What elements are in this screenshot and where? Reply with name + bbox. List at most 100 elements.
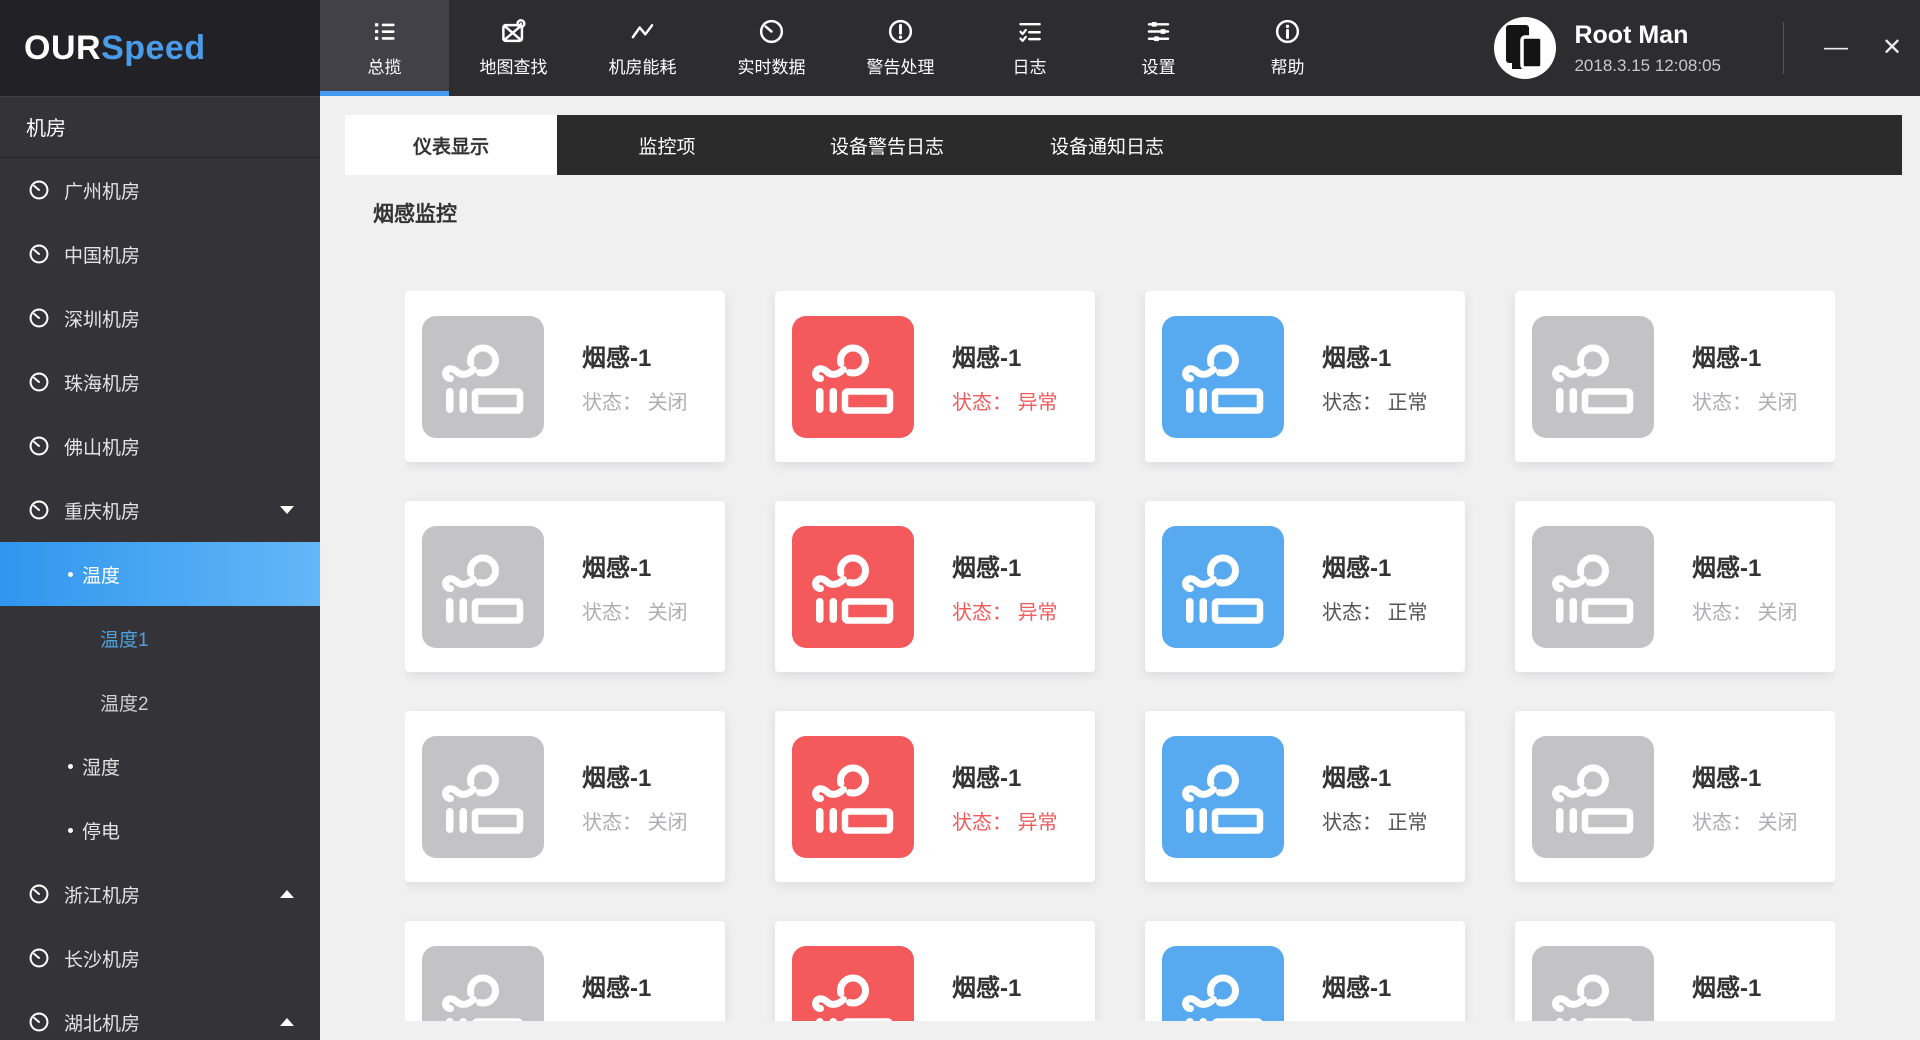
nav-item-label: 警告处理 bbox=[866, 58, 935, 77]
device-card[interactable]: 烟感-1 状态： 关闭 bbox=[1515, 291, 1835, 462]
tab-meter-display[interactable]: 仪表显示 bbox=[345, 115, 557, 175]
status-value: 异常 bbox=[1017, 392, 1058, 414]
main-nav: 总揽 地图查找 机房能耗 实时数据 警告处理 日志 设置 帮助 bbox=[320, 0, 1352, 96]
smoke-sensor-tile bbox=[1532, 315, 1654, 438]
sidebar-item-label: 湖北机房 bbox=[64, 1013, 141, 1035]
device-card[interactable]: 烟感-1 状态： 关闭 bbox=[405, 501, 725, 672]
nav-item-realtime-data[interactable]: 实时数据 bbox=[707, 0, 836, 96]
smoke-sensor-icon bbox=[812, 764, 894, 834]
gauge-icon bbox=[28, 499, 50, 521]
sidebar-item-guangzhou-room[interactable]: 广州机房 bbox=[0, 158, 320, 222]
card-text: 烟感-1 状态： 正常 bbox=[1322, 338, 1428, 415]
cards-grid: 烟感-1 状态： 关闭 烟感-1 状态： 异常 烟感-1 状态： 正常 烟感-1 状态： 关闭… bbox=[405, 291, 1835, 1021]
smoke-sensor-tile bbox=[1532, 735, 1654, 858]
tab-device-notice-log[interactable]: 设备通知日志 bbox=[997, 115, 1217, 175]
sidebar-item-humidity[interactable]: 湿度 bbox=[0, 734, 320, 798]
status-value: 关闭 bbox=[647, 812, 688, 834]
sidebar-item-hubei-room[interactable]: 湖北机房 bbox=[0, 990, 320, 1040]
status-value: 正常 bbox=[1387, 392, 1428, 414]
device-status: 状态： 正常 bbox=[1322, 806, 1428, 835]
card-text: 烟感-1 状态： 正常 bbox=[1322, 968, 1428, 1021]
smoke-sensor-tile bbox=[1162, 525, 1284, 648]
sidebar-item-foshan-room[interactable]: 佛山机房 bbox=[0, 414, 320, 478]
sidebar-item-temperature-1[interactable]: 温度1 bbox=[0, 606, 320, 670]
sidebar-item-temperature-2[interactable]: 温度2 bbox=[0, 670, 320, 734]
device-card[interactable]: 烟感-1 状态： 关闭 bbox=[1515, 921, 1835, 1021]
card-text: 烟感-1 状态： 关闭 bbox=[582, 968, 688, 1021]
device-card[interactable]: 烟感-1 状态： 关闭 bbox=[1515, 711, 1835, 882]
device-title: 烟感-1 bbox=[952, 975, 1022, 1002]
sidebar-item-zhejiang-room[interactable]: 浙江机房 bbox=[0, 862, 320, 926]
device-card[interactable]: 烟感-1 状态： 正常 bbox=[1145, 291, 1465, 462]
nav-item-alert-handling[interactable]: 警告处理 bbox=[836, 0, 965, 96]
device-status: 状态： 异常 bbox=[952, 386, 1058, 415]
sidebar-item-label: 湿度 bbox=[82, 757, 121, 779]
sidebar-item-china-room[interactable]: 中国机房 bbox=[0, 222, 320, 286]
card-text: 烟感-1 状态： 异常 bbox=[952, 338, 1058, 415]
device-card[interactable]: 烟感-1 状态： 关闭 bbox=[405, 921, 725, 1021]
sidebar-item-changsha-room[interactable]: 长沙机房 bbox=[0, 926, 320, 990]
sidebar-item-temperature[interactable]: 温度 bbox=[0, 542, 320, 606]
gauge-icon bbox=[28, 435, 50, 457]
nav-item-label: 地图查找 bbox=[479, 58, 548, 77]
sidebar-item-label: 中国机房 bbox=[64, 245, 141, 267]
nav-item-map-search[interactable]: 地图查找 bbox=[449, 0, 578, 96]
device-card[interactable]: 烟感-1 状态： 关闭 bbox=[1515, 501, 1835, 672]
gauge-icon bbox=[29, 948, 49, 968]
smoke-sensor-icon bbox=[1182, 554, 1264, 624]
user-avatar[interactable] bbox=[1493, 16, 1557, 80]
nav-item-overview[interactable]: 总揽 bbox=[320, 0, 449, 96]
device-status: 状态： 关闭 bbox=[1692, 1016, 1798, 1021]
card-text: 烟感-1 状态： 关闭 bbox=[582, 758, 688, 835]
device-title: 烟感-1 bbox=[582, 975, 652, 1002]
smoke-sensor-tile bbox=[1162, 735, 1284, 858]
gauge-icon bbox=[29, 884, 49, 904]
top-navbar: OUR Speed 总揽 地图查找 机房能耗 实时数据 警告处理 日志 设置 帮助 Root M… bbox=[0, 0, 1920, 96]
sidebar-item-label: 温度1 bbox=[100, 629, 149, 651]
gauge-icon bbox=[29, 1012, 49, 1032]
device-card[interactable]: 烟感-1 状态： 正常 bbox=[1145, 501, 1465, 672]
smoke-sensor-tile bbox=[422, 735, 544, 858]
device-card[interactable]: 烟感-1 状态： 异常 bbox=[775, 921, 1095, 1021]
sidebar-item-power-outage[interactable]: 停电 bbox=[0, 798, 320, 862]
nav-item-settings[interactable]: 设置 bbox=[1094, 0, 1223, 96]
status-value: 关闭 bbox=[1757, 392, 1798, 414]
sidebar-item-label: 佛山机房 bbox=[64, 437, 141, 459]
smoke-sensor-tile bbox=[422, 315, 544, 438]
device-card[interactable]: 烟感-1 状态： 异常 bbox=[775, 711, 1095, 882]
smoke-sensor-tile bbox=[422, 945, 544, 1021]
nav-item-help[interactable]: 帮助 bbox=[1223, 0, 1352, 96]
device-card[interactable]: 烟感-1 状态： 正常 bbox=[1145, 711, 1465, 882]
smoke-sensor-icon bbox=[1182, 344, 1264, 414]
sidebar-item-zhuhai-room[interactable]: 珠海机房 bbox=[0, 350, 320, 414]
tab-monitor-items[interactable]: 监控项 bbox=[557, 115, 777, 175]
gauge-icon bbox=[29, 180, 49, 200]
device-title: 烟感-1 bbox=[1322, 975, 1392, 1002]
device-card[interactable]: 烟感-1 状态： 异常 bbox=[775, 291, 1095, 462]
sidebar-item-shenzhen-room[interactable]: 深圳机房 bbox=[0, 286, 320, 350]
current-datetime: 2018.3.15 12:08:05 bbox=[1574, 55, 1721, 75]
status-value: 关闭 bbox=[1757, 812, 1798, 834]
device-title: 烟感-1 bbox=[952, 345, 1022, 372]
gauge-icon bbox=[29, 372, 49, 392]
gauge-icon bbox=[28, 947, 50, 969]
status-value: 异常 bbox=[1017, 602, 1058, 624]
topbar-right: Root Man 2018.3.15 12:08:05 — ✕ bbox=[1493, 0, 1920, 96]
minimize-button[interactable]: — bbox=[1808, 0, 1864, 96]
sidebar-item-label: 停电 bbox=[82, 821, 121, 843]
tab-device-warning-log[interactable]: 设备警告日志 bbox=[777, 115, 997, 175]
device-title: 烟感-1 bbox=[1322, 345, 1392, 372]
sidebar-item-label: 重庆机房 bbox=[64, 501, 141, 523]
status-label: 状态： bbox=[952, 812, 1012, 834]
close-button[interactable]: ✕ bbox=[1864, 0, 1920, 96]
status-value: 关闭 bbox=[1757, 602, 1798, 624]
nav-item-room-energy[interactable]: 机房能耗 bbox=[578, 0, 707, 96]
nav-item-label: 设置 bbox=[1141, 58, 1176, 77]
device-card[interactable]: 烟感-1 状态： 异常 bbox=[775, 501, 1095, 672]
device-card[interactable]: 烟感-1 状态： 关闭 bbox=[405, 711, 725, 882]
nav-item-logs[interactable]: 日志 bbox=[965, 0, 1094, 96]
device-card[interactable]: 烟感-1 状态： 正常 bbox=[1145, 921, 1465, 1021]
sidebar-item-chongqing-room[interactable]: 重庆机房 bbox=[0, 478, 320, 542]
card-text: 烟感-1 状态： 正常 bbox=[1322, 758, 1428, 835]
device-card[interactable]: 烟感-1 状态： 关闭 bbox=[405, 291, 725, 462]
